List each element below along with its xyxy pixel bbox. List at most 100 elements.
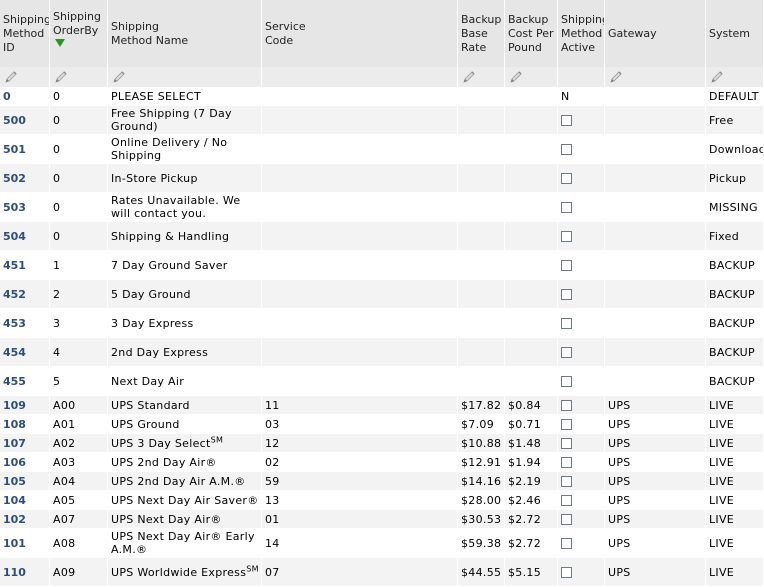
table-row[interactable]: 0 0 PLEASE SELECT N DEFAULT bbox=[0, 87, 764, 106]
cell-method-id[interactable]: 504 bbox=[0, 222, 50, 251]
cell-method-id[interactable]: 500 bbox=[0, 106, 50, 135]
filter-cell[interactable] bbox=[50, 67, 108, 87]
table-row[interactable]: 104 A05 UPS Next Day Air Saver® 13 $28.00 $2.… bbox=[0, 491, 764, 510]
checkbox-icon[interactable] bbox=[561, 514, 572, 525]
filter-cell[interactable] bbox=[706, 67, 764, 87]
table-row[interactable]: 500 0 Free Shipping (7 Day Ground) Free bbox=[0, 106, 764, 135]
cell-orderby: 1 bbox=[50, 251, 108, 280]
header-backup-cost-per-pound[interactable]: Backup Cost Per Pound bbox=[505, 0, 558, 67]
cell-method-id[interactable]: 454 bbox=[0, 338, 50, 367]
cell-method-id[interactable]: 108 bbox=[0, 415, 50, 434]
pencil-icon[interactable] bbox=[709, 70, 725, 84]
pencil-icon[interactable] bbox=[111, 70, 127, 84]
checkbox-icon[interactable] bbox=[561, 202, 572, 213]
header-gateway[interactable]: Gateway bbox=[605, 0, 706, 67]
cell-method-id[interactable]: 110 bbox=[0, 558, 50, 587]
sort-descending-arrow-icon[interactable] bbox=[55, 39, 65, 47]
table-row[interactable]: 503 0 Rates Unavailable. We will contact y… bbox=[0, 193, 764, 222]
header-method-id[interactable]: Shipping Method ID bbox=[0, 0, 50, 67]
cell-code: 14 bbox=[262, 529, 458, 558]
checkbox-icon[interactable] bbox=[561, 476, 572, 487]
checkbox-icon[interactable] bbox=[561, 115, 572, 126]
cell-method-id[interactable]: 107 bbox=[0, 434, 50, 453]
header-method-name[interactable]: Shipping Method Name bbox=[108, 0, 262, 67]
table-row[interactable]: 109 A00 UPS Standard 11 $17.82 $0.84 UPS LIVE bbox=[0, 396, 764, 415]
cell-method-id[interactable]: 102 bbox=[0, 510, 50, 529]
table-row[interactable]: 102 A07 UPS Next Day Air® 01 $30.53 $2.72 UPS L… bbox=[0, 510, 764, 529]
table-row[interactable]: 106 A03 UPS 2nd Day Air® 02 $12.91 $1.94 UPS LI… bbox=[0, 453, 764, 472]
table-row[interactable]: 451 1 7 Day Ground Saver BACKUP bbox=[0, 251, 764, 280]
table-row[interactable]: 108 A01 UPS Ground 03 $7.09 $0.71 UPS LIVE bbox=[0, 415, 764, 434]
table-row[interactable]: 107 A02 UPS 3 Day SelectSM 12 $10.88 $1.48 UPS… bbox=[0, 434, 764, 453]
cell-method-id[interactable]: 109 bbox=[0, 396, 50, 415]
cell-active bbox=[558, 193, 605, 222]
checkbox-icon[interactable] bbox=[561, 231, 572, 242]
table-row[interactable]: 502 0 In-Store Pickup Pickup bbox=[0, 164, 764, 193]
table-row[interactable]: 454 4 2nd Day Express BACKUP bbox=[0, 338, 764, 367]
table-row[interactable]: 455 5 Next Day Air BACKUP bbox=[0, 367, 764, 396]
checkbox-icon[interactable] bbox=[561, 318, 572, 329]
filter-cell[interactable] bbox=[458, 67, 505, 87]
pencil-icon[interactable] bbox=[3, 70, 19, 84]
cell-base: $59.38 bbox=[458, 529, 505, 558]
checkbox-icon[interactable] bbox=[561, 457, 572, 468]
cell-text: A07 bbox=[53, 512, 76, 526]
table-row[interactable]: 101 A08 UPS Next Day Air® Early A.M.® 14 $59… bbox=[0, 529, 764, 558]
header-line: Gateway bbox=[608, 26, 657, 40]
pencil-icon[interactable] bbox=[461, 70, 477, 84]
filter-cell[interactable] bbox=[0, 67, 50, 87]
checkbox-icon[interactable] bbox=[561, 400, 572, 411]
cell-base: $28.00 bbox=[458, 491, 505, 510]
header-system[interactable]: System bbox=[706, 0, 764, 67]
checkbox-icon[interactable] bbox=[561, 376, 572, 387]
header-backup-base-rate[interactable]: Backup Base Rate bbox=[458, 0, 505, 67]
cell-method-id[interactable]: 453 bbox=[0, 309, 50, 338]
cell-method-id[interactable]: 105 bbox=[0, 472, 50, 491]
cell-method-id[interactable]: 502 bbox=[0, 164, 50, 193]
cell-text: UPS 3 Day Select bbox=[111, 436, 211, 450]
checkbox-icon[interactable] bbox=[561, 144, 572, 155]
cell-text: UPS bbox=[608, 455, 631, 469]
cell-code bbox=[262, 367, 458, 396]
checkbox-icon[interactable] bbox=[561, 419, 572, 430]
cell-method-id[interactable]: 0 bbox=[0, 87, 50, 106]
cell-active bbox=[558, 251, 605, 280]
checkbox-icon[interactable] bbox=[561, 495, 572, 506]
pencil-icon[interactable] bbox=[508, 70, 524, 84]
cell-text: 2 bbox=[53, 287, 61, 301]
header-method-active[interactable]: Shipping Method Active bbox=[558, 0, 605, 67]
cell-method-id[interactable]: 106 bbox=[0, 453, 50, 472]
checkbox-icon[interactable] bbox=[561, 438, 572, 449]
cell-cpp: $0.84 bbox=[505, 396, 558, 415]
cell-name: UPS 2nd Day Air® bbox=[108, 453, 262, 472]
table-row[interactable]: 453 3 3 Day Express BACKUP bbox=[0, 309, 764, 338]
pencil-icon[interactable] bbox=[608, 70, 624, 84]
cell-base bbox=[458, 367, 505, 396]
checkbox-icon[interactable] bbox=[561, 567, 572, 578]
checkbox-icon[interactable] bbox=[561, 347, 572, 358]
table-row[interactable]: 110 A09 UPS Worldwide ExpressSM 07 $44.55 $5.… bbox=[0, 558, 764, 587]
cell-method-id[interactable]: 451 bbox=[0, 251, 50, 280]
table-row[interactable]: 105 A04 UPS 2nd Day Air A.M.® 59 $14.16 $2.19… bbox=[0, 472, 764, 491]
table-row[interactable]: 504 0 Shipping & Handling Fixed bbox=[0, 222, 764, 251]
table-row[interactable]: 501 0 Online Delivery / No Shipping Downloa… bbox=[0, 135, 764, 164]
cell-method-id[interactable]: 101 bbox=[0, 529, 50, 558]
filter-cell[interactable] bbox=[108, 67, 262, 87]
cell-method-id[interactable]: 455 bbox=[0, 367, 50, 396]
cell-method-id[interactable]: 104 bbox=[0, 491, 50, 510]
filter-cell[interactable] bbox=[605, 67, 706, 87]
checkbox-icon[interactable] bbox=[561, 289, 572, 300]
checkbox-icon[interactable] bbox=[561, 538, 572, 549]
checkbox-icon[interactable] bbox=[561, 260, 572, 271]
filter-cell[interactable] bbox=[505, 67, 558, 87]
cell-method-id[interactable]: 501 bbox=[0, 135, 50, 164]
header-service-code[interactable]: Service Code bbox=[262, 0, 458, 67]
cell-code bbox=[262, 135, 458, 164]
cell-base: $12.91 bbox=[458, 453, 505, 472]
header-orderby[interactable]: Shipping OrderBy bbox=[50, 0, 108, 67]
cell-method-id[interactable]: 503 bbox=[0, 193, 50, 222]
checkbox-icon[interactable] bbox=[561, 173, 572, 184]
table-row[interactable]: 452 2 5 Day Ground BACKUP bbox=[0, 280, 764, 309]
pencil-icon[interactable] bbox=[53, 70, 69, 84]
cell-method-id[interactable]: 452 bbox=[0, 280, 50, 309]
